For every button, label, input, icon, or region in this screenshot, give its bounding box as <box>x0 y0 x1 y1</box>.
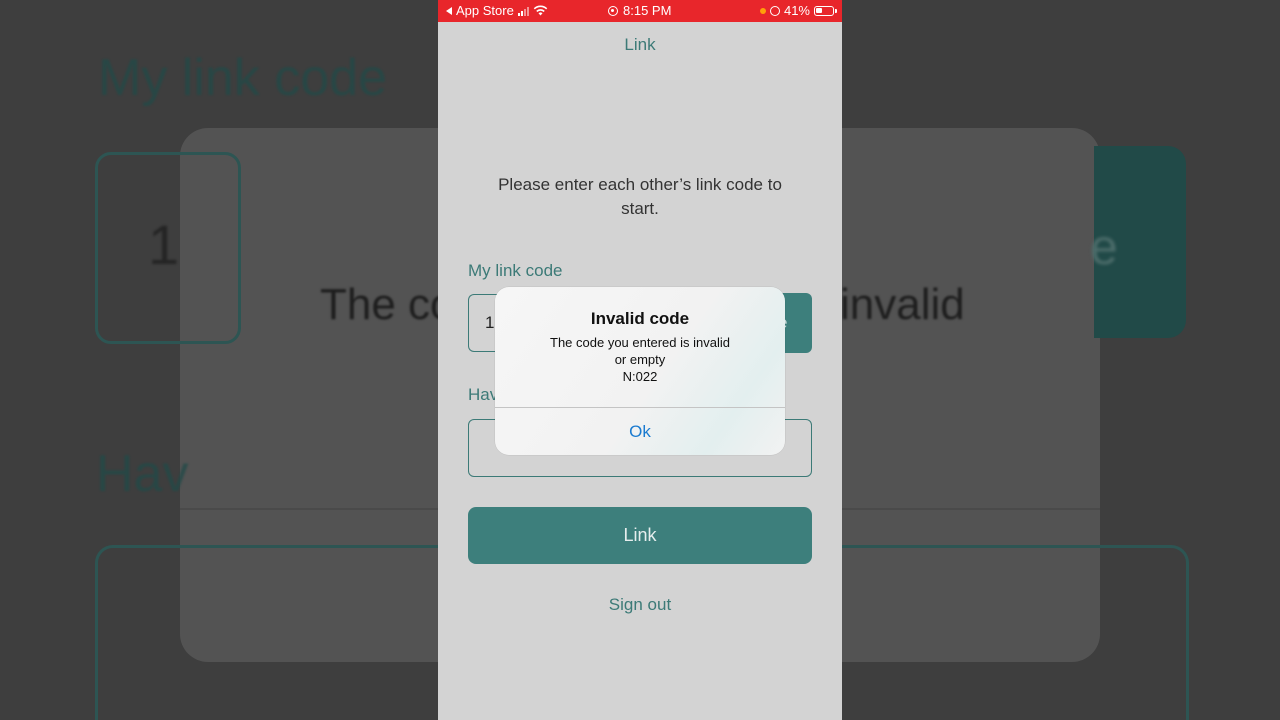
screen-recording-indicator: 8:15 PM <box>608 3 671 18</box>
bg-digit-text: 1 <box>148 213 180 276</box>
record-icon <box>608 5 618 16</box>
back-app-label: App Store <box>456 3 514 18</box>
instructions-text: Please enter each other’s link code to s… <box>498 175 782 218</box>
bg-message-left: The co <box>320 280 455 329</box>
alarm-icon <box>769 5 780 16</box>
bg-title-text: My link code <box>98 49 387 107</box>
invalid-code-alert: Invalid code The code you entered is inv… <box>495 287 785 455</box>
alert-message: The code you entered is invalid or empty… <box>515 334 765 385</box>
status-right: 41% <box>759 3 837 18</box>
bg-have-text: Hav <box>96 445 189 503</box>
cellular-signal-icon <box>517 6 529 16</box>
bg-button-text: e <box>1090 219 1118 275</box>
partner-link-code-label: Hav <box>468 385 499 404</box>
sign-out-link[interactable]: Sign out <box>438 595 842 615</box>
mic-indicator-icon <box>759 7 766 14</box>
status-bar: App Store 8:15 PM 41% <box>438 0 842 22</box>
phone-screen: App Store 8:15 PM 41% Link Please enter … <box>438 0 842 720</box>
my-link-code-value: 1 <box>485 313 495 332</box>
wifi-icon <box>533 5 548 16</box>
alert-message-line: The code you entered is invalid <box>550 335 730 350</box>
battery-icon <box>814 5 837 16</box>
battery-fill <box>816 7 822 13</box>
status-time: 8:15 PM <box>623 3 672 18</box>
bg-message-right: invalid <box>840 280 965 329</box>
nav-title: Link <box>624 35 656 54</box>
alert-error-code: N:022 <box>622 369 658 384</box>
back-arrow-icon <box>446 6 452 15</box>
my-link-code-label: My link code <box>468 261 563 280</box>
alert-title: Invalid code <box>590 309 690 328</box>
back-to-app[interactable]: App Store <box>446 3 548 18</box>
alert-message-line: or empty <box>614 352 666 367</box>
battery-percent: 41% <box>783 3 810 18</box>
alert-ok-button[interactable]: Ok <box>495 408 785 455</box>
link-button[interactable]: Link <box>468 507 812 564</box>
